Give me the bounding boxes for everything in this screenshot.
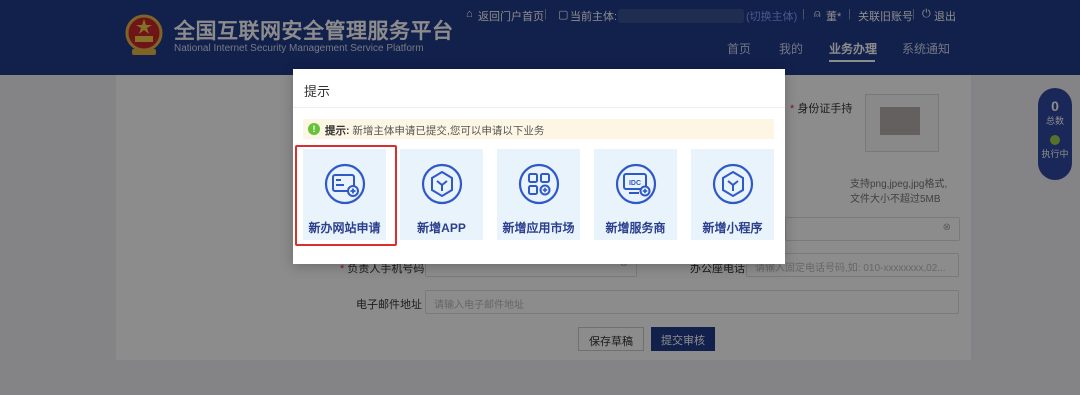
- svg-text:IDC: IDC: [629, 180, 641, 187]
- notice-text: 提示: 新增主体申请已提交,您可以申请以下业务: [325, 125, 545, 137]
- info-icon: !: [308, 123, 320, 135]
- option-new-service-provider[interactable]: IDC 新增服务商: [594, 149, 677, 240]
- app-cube-icon: [421, 163, 463, 205]
- option-new-app[interactable]: 新增APP: [400, 149, 483, 240]
- option-label: 新增应用市场: [502, 221, 575, 235]
- option-label: 新增APP: [417, 221, 466, 235]
- highlight-annotation: [295, 145, 397, 246]
- app-market-icon: [518, 163, 560, 205]
- dialog-title: 提示: [304, 84, 331, 99]
- notice-bar: ! 提示: 新增主体申请已提交,您可以申请以下业务: [303, 119, 774, 139]
- mini-program-icon: [712, 163, 754, 205]
- idc-provider-icon: IDC: [615, 163, 657, 205]
- option-new-mini-program[interactable]: 新增小程序: [691, 149, 774, 240]
- dialog-divider: [293, 107, 785, 108]
- option-label: 新增服务商: [605, 221, 666, 235]
- option-label: 新增小程序: [702, 221, 763, 235]
- option-new-app-market[interactable]: 新增应用市场: [497, 149, 580, 240]
